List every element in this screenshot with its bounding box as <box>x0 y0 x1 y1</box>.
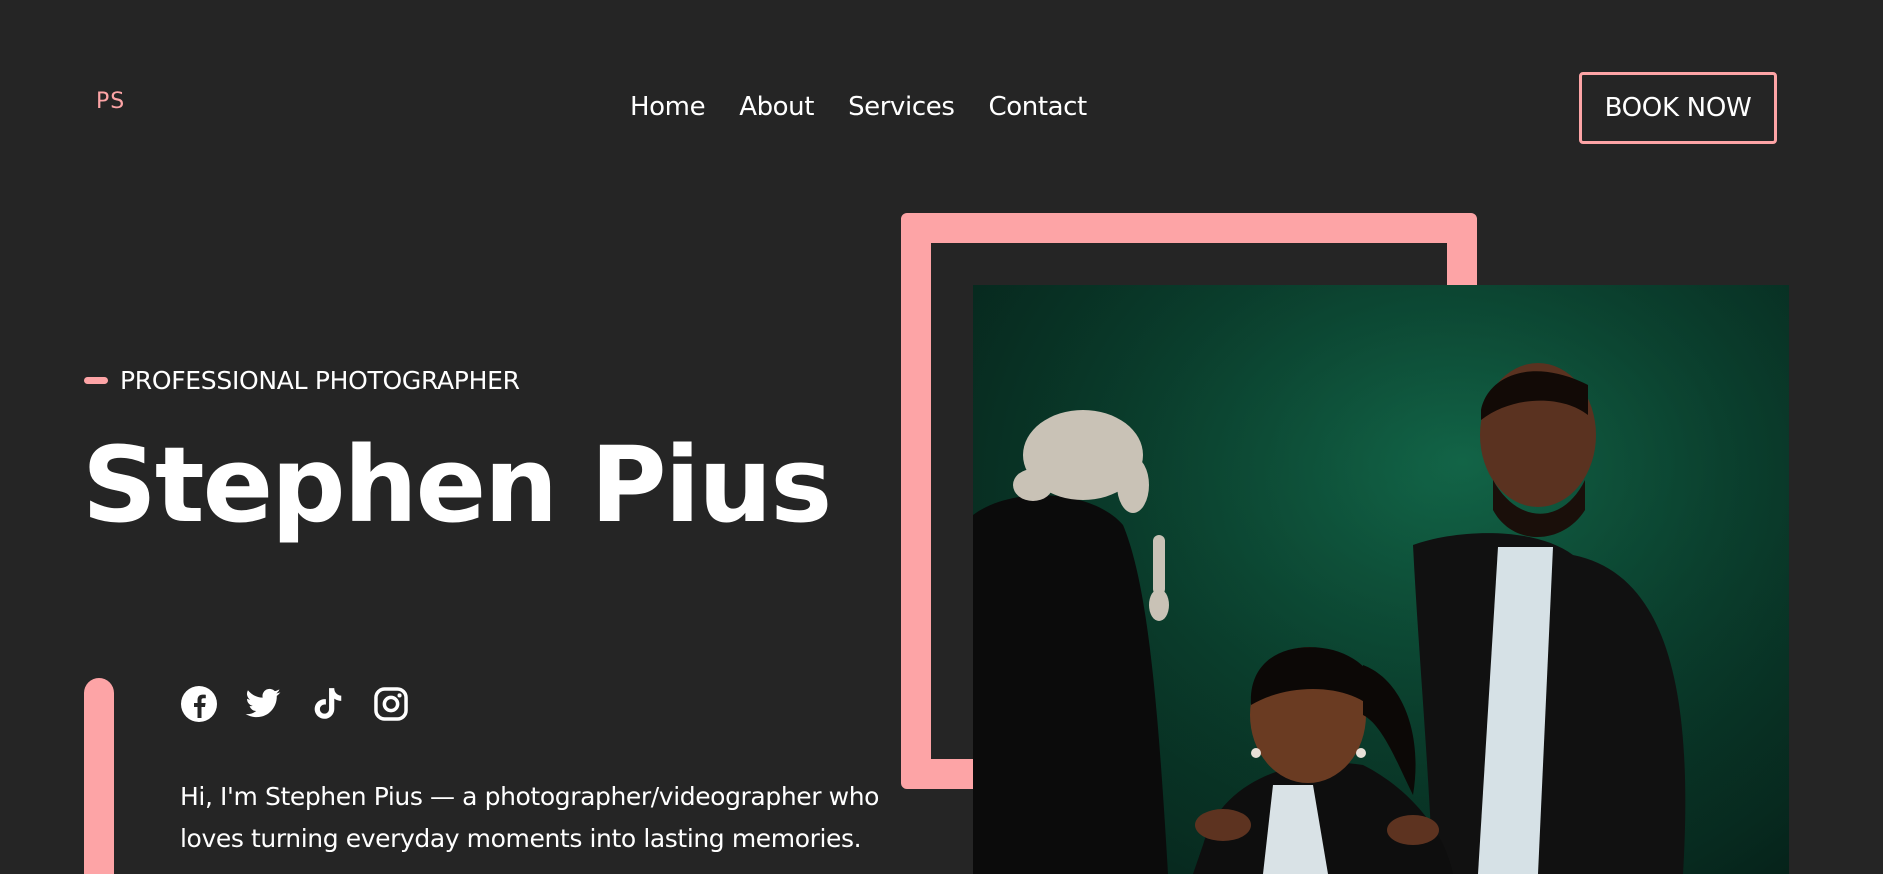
accent-bar <box>84 678 114 874</box>
instagram-icon[interactable] <box>372 685 410 723</box>
nav-about[interactable]: About <box>739 92 814 122</box>
nav-home[interactable]: Home <box>630 92 706 122</box>
hero-bio: Hi, I'm Stephen Pius — a photographer/vi… <box>180 776 900 860</box>
facebook-icon[interactable] <box>180 685 218 723</box>
tiktok-icon[interactable] <box>308 685 346 723</box>
bio-line-2: loves turning everyday moments into last… <box>180 824 862 853</box>
hero-title: Stephen Pius <box>82 424 832 546</box>
page: PS Home About Services Contact BOOK NOW … <box>0 0 1883 874</box>
hero-tagline: PROFESSIONAL PHOTOGRAPHER <box>84 366 520 395</box>
logo[interactable]: PS <box>96 89 125 114</box>
tagline-text: PROFESSIONAL PHOTOGRAPHER <box>120 366 520 395</box>
book-now-button[interactable]: BOOK NOW <box>1579 72 1777 144</box>
tagline-dash <box>84 377 108 384</box>
main-nav: Home About Services Contact <box>630 92 1087 122</box>
nav-services[interactable]: Services <box>848 92 955 122</box>
bio-line-1: Hi, I'm Stephen Pius — a photographer/vi… <box>180 782 880 811</box>
nav-contact[interactable]: Contact <box>989 92 1088 122</box>
social-links <box>180 685 410 723</box>
twitter-icon[interactable] <box>244 685 282 723</box>
hero-photo <box>973 285 1789 874</box>
